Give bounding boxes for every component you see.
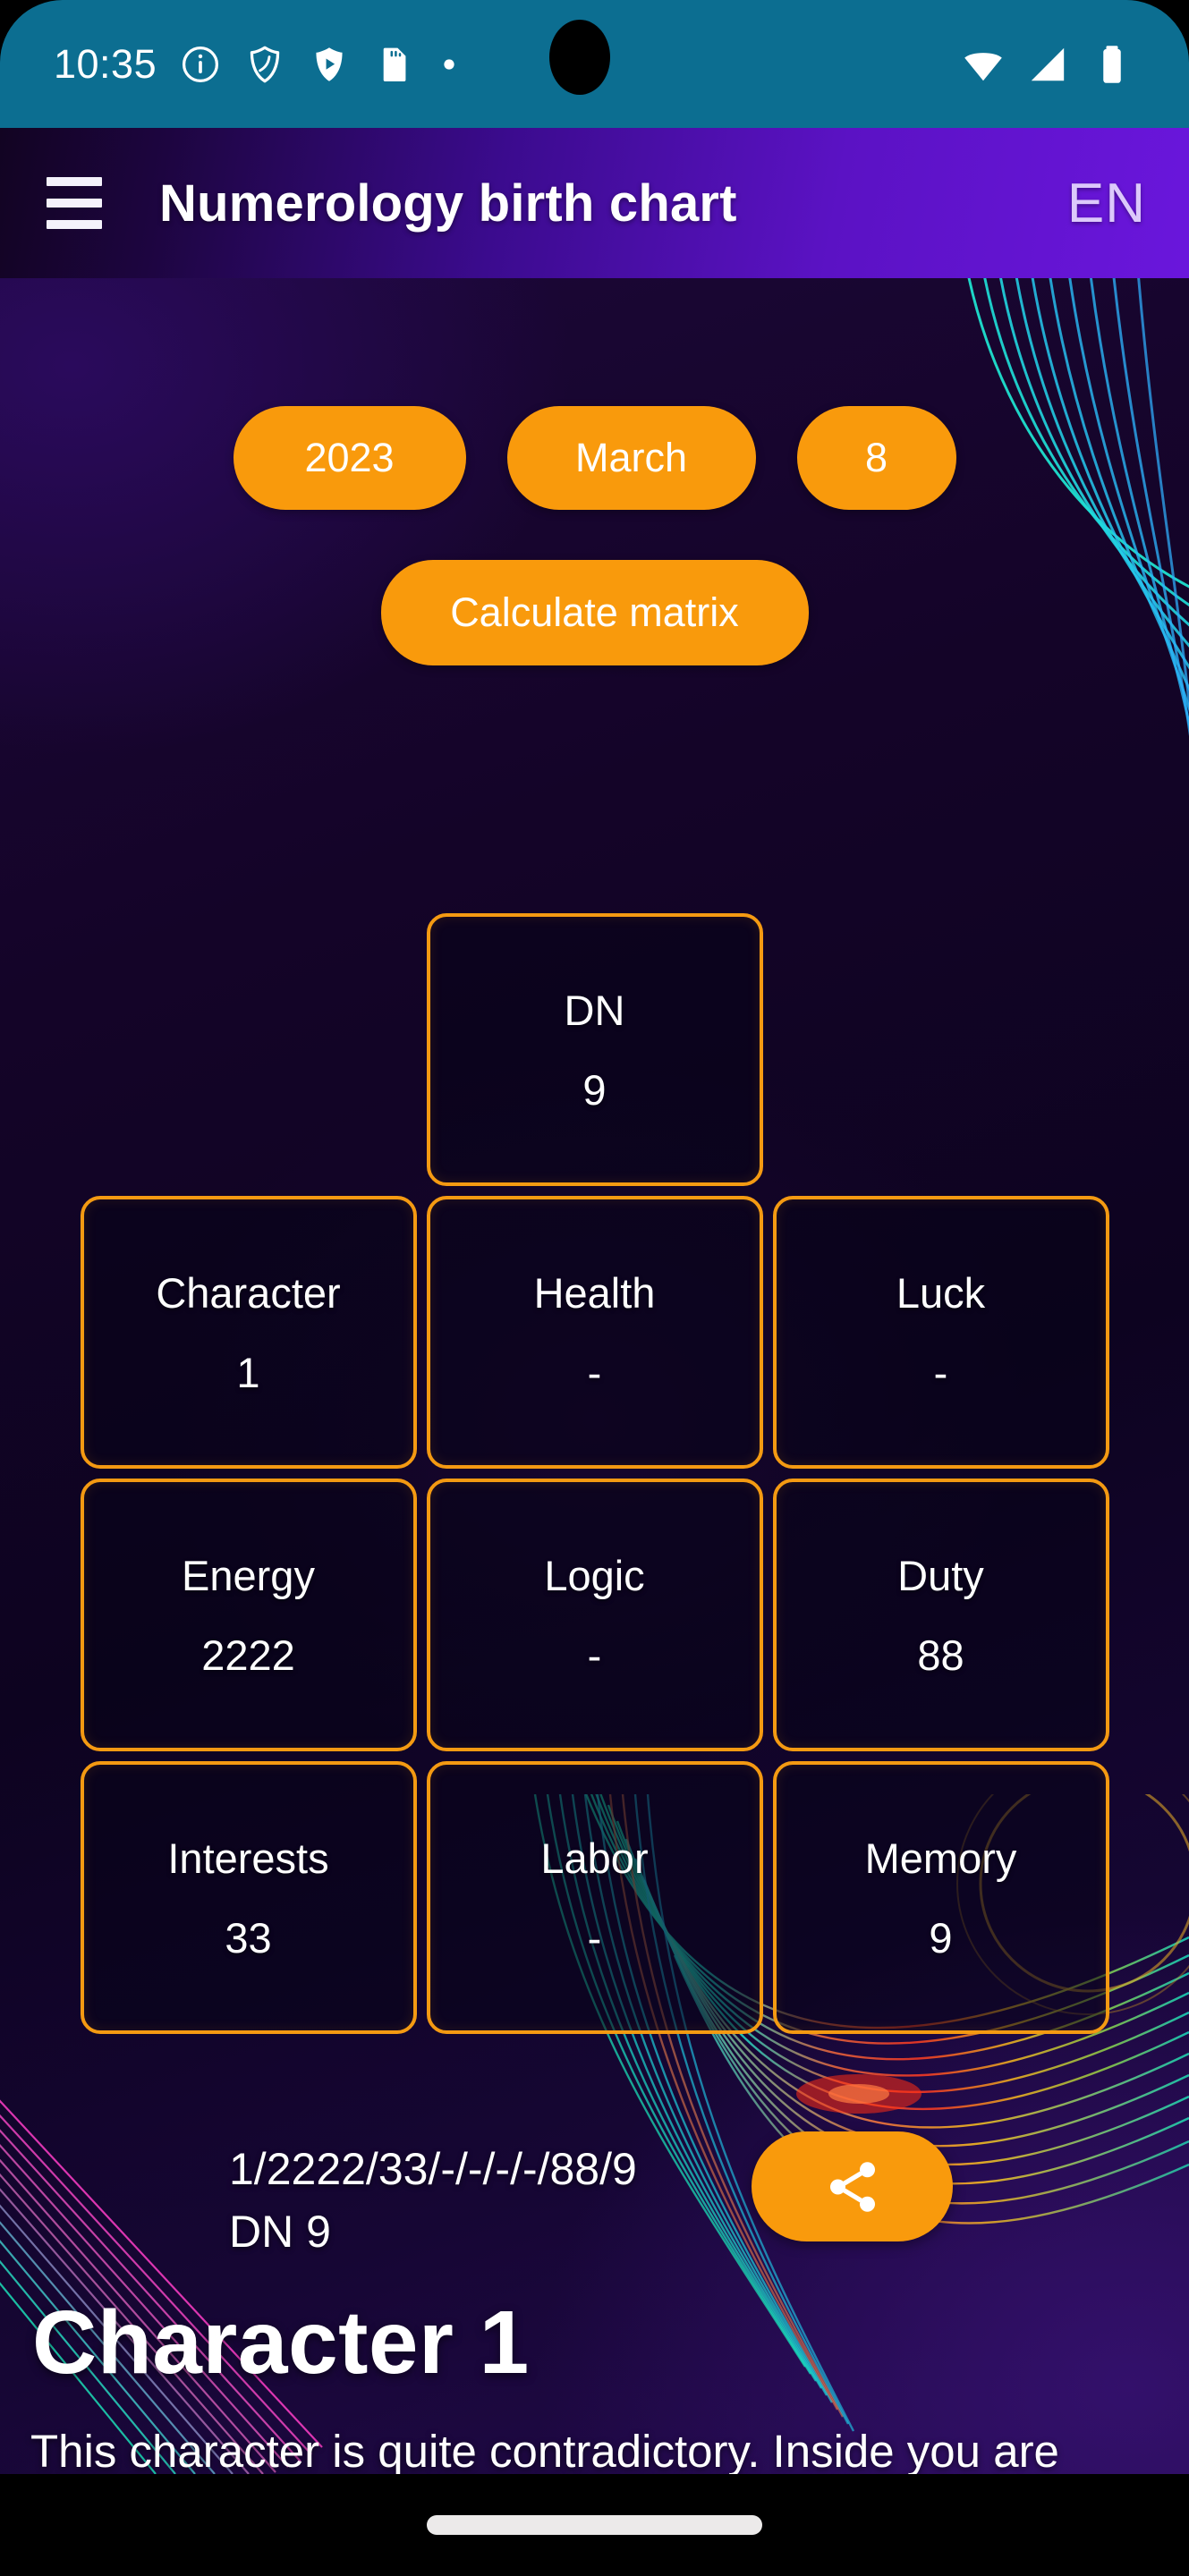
status-bar-right (960, 41, 1135, 88)
matrix-cell-labor[interactable]: Labor - (426, 1761, 763, 2034)
day-selector-button[interactable]: 8 (796, 406, 956, 510)
matrix-cell-memory[interactable]: Memory 9 (772, 1761, 1109, 2034)
shield-outline-icon (250, 46, 280, 82)
dot-icon (444, 58, 454, 70)
cell-label: Duty (897, 1551, 984, 1599)
cell-label: Character (156, 1268, 341, 1317)
matrix-row: Interests 33 Labor - Memory 9 (80, 1761, 1109, 2034)
cell-label: Logic (544, 1551, 645, 1599)
status-clock: 10:35 (54, 40, 157, 87)
calculate-matrix-button[interactable]: Calculate matrix (380, 560, 809, 665)
info-circle-icon (183, 46, 219, 82)
status-bar-left: 10:35 (54, 41, 461, 88)
language-switch-button[interactable]: EN (1067, 172, 1146, 235)
matrix-cell-character[interactable]: Character 1 (80, 1196, 417, 1469)
decorative-fan-bottomleft (0, 2099, 323, 2474)
decorative-arcs-topright (967, 278, 1189, 736)
cell-label: Health (533, 1268, 656, 1317)
cell-value: - (587, 1913, 602, 1962)
calculate-row: Calculate matrix (0, 560, 1189, 665)
phone-screen: 2023 March 8 Calculate matrix DN 9 Chara… (0, 0, 1189, 2576)
cell-value: 9 (582, 1065, 607, 1114)
sd-card-icon (383, 47, 406, 81)
battery-icon (1103, 45, 1121, 83)
cell-value: 33 (225, 1913, 272, 1962)
matrix-row: Energy 2222 Logic - Duty 88 (80, 1479, 1109, 1751)
dn-text: DN 9 (229, 2207, 331, 2257)
year-selector-button[interactable]: 2023 (233, 406, 466, 510)
numerology-matrix: DN 9 Character 1 Health - Luck - Energy … (0, 913, 1189, 2044)
menu-line (47, 199, 102, 208)
cell-value: - (587, 1348, 602, 1396)
camera-punch-hole (549, 20, 610, 95)
matrix-cell-luck[interactable]: Luck - (772, 1196, 1109, 1469)
formula-text: 1/2222/33/-/-/-/-/88/9 (229, 2144, 637, 2194)
cell-value: 2222 (201, 1631, 295, 1679)
matrix-cell-logic[interactable]: Logic - (426, 1479, 763, 1751)
share-icon (829, 2161, 875, 2212)
app-content: 2023 March 8 Calculate matrix DN 9 Chara… (0, 278, 1189, 2474)
page-title: Numerology birth chart (159, 174, 737, 233)
cell-value: - (587, 1631, 602, 1679)
cell-value: - (933, 1348, 948, 1396)
cell-value: 88 (917, 1631, 964, 1679)
cell-label: Luck (896, 1268, 986, 1317)
cell-label: Energy (182, 1551, 315, 1599)
system-navigation-bar (0, 2474, 1189, 2576)
menu-line (47, 220, 102, 229)
wifi-icon (964, 52, 1002, 80)
cell-label: Labor (540, 1834, 649, 1882)
matrix-cell-duty[interactable]: Duty 88 (772, 1479, 1109, 1751)
app-bar: Numerology birth chart EN (0, 128, 1189, 278)
cell-label: Interests (167, 1834, 329, 1882)
matrix-cell-energy[interactable]: Energy 2222 (80, 1479, 417, 1751)
month-selector-button[interactable]: March (506, 406, 756, 510)
matrix-cell-interests[interactable]: Interests 33 (80, 1761, 417, 2034)
hamburger-menu-icon[interactable] (25, 154, 123, 252)
date-selector-row: 2023 March 8 (0, 406, 1189, 510)
share-button[interactable] (752, 2131, 953, 2241)
menu-line (47, 177, 102, 186)
result-title: Character 1 (32, 2292, 530, 2393)
cell-value: 1 (236, 1348, 260, 1396)
shield-play-icon (316, 47, 343, 81)
cell-label: Memory (864, 1834, 1017, 1882)
home-gesture-handle[interactable] (427, 2515, 762, 2535)
matrix-row: Character 1 Health - Luck - (80, 1196, 1109, 1469)
cell-label: DN (564, 986, 625, 1034)
cell-value: 9 (929, 1913, 953, 1962)
matrix-cell-dn[interactable]: DN 9 (426, 913, 763, 1186)
cellular-signal-icon (1031, 47, 1065, 80)
result-description: This character is quite contradictory. I… (30, 2426, 1059, 2474)
matrix-cell-health[interactable]: Health - (426, 1196, 763, 1469)
